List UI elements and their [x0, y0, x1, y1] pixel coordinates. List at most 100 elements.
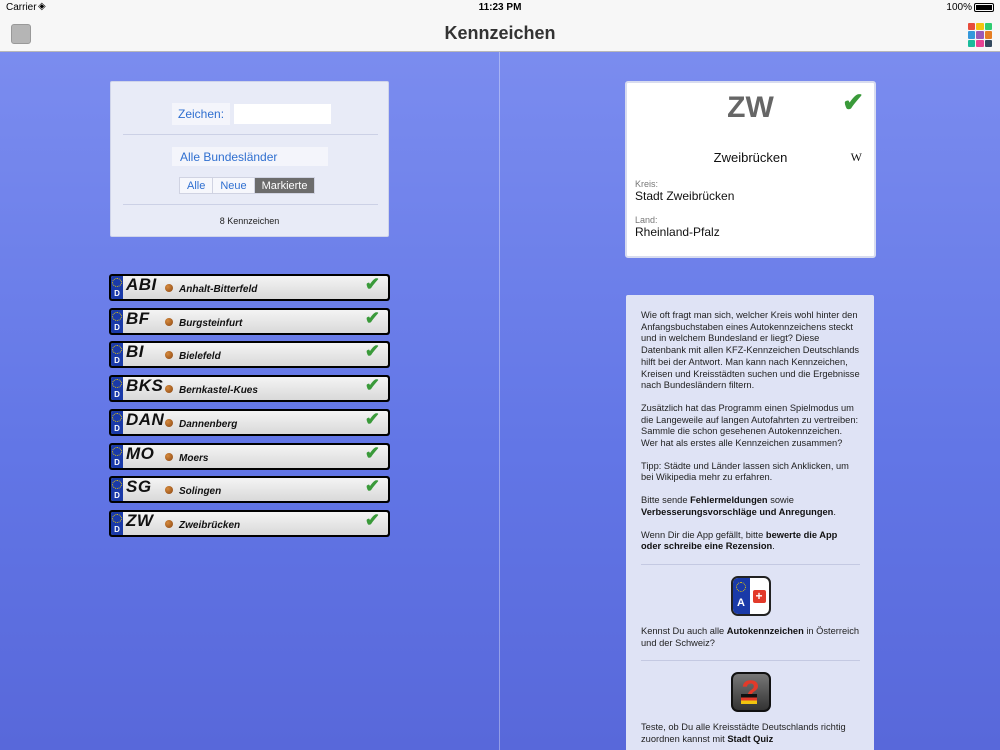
land-value[interactable]: Rheinland-Pfalz [635, 225, 720, 239]
plate-code: DAN [126, 410, 165, 429]
grid-cell [984, 31, 992, 39]
search-panel: Zeichen: Alle Bundesländer Alle Neue Mar… [110, 81, 389, 237]
plate-row[interactable]: D BF Burgsteinfurt ✔ [109, 307, 390, 335]
plate-row[interactable]: D ZW Zweibrücken ✔ [109, 509, 390, 537]
seal-icon [165, 284, 173, 292]
plate-code: BKS [126, 377, 164, 396]
seal-icon [165, 351, 173, 360]
plate-row[interactable]: D BKS Bernkastel-Kues ✔ [109, 375, 390, 403]
info-paragraph: Wie oft fragt man sich, welcher Kreis wo… [641, 310, 860, 391]
separator [123, 204, 378, 205]
separator [641, 563, 860, 565]
checkmark-icon[interactable]: ✔ [365, 310, 380, 329]
wikipedia-icon[interactable]: W [851, 150, 862, 165]
segment-alle[interactable]: Alle [180, 178, 214, 193]
state-filter-select[interactable]: Alle Bundesländer [172, 147, 328, 166]
kreis-label: Kreis: [635, 179, 659, 189]
separator [123, 134, 378, 135]
split-divider [499, 52, 500, 750]
checkmark-icon[interactable]: ✔ [365, 377, 380, 396]
icon-letter: A [737, 597, 745, 610]
feedback-text: Bitte sende [641, 495, 691, 506]
swiss-cross-icon: + [752, 589, 766, 603]
seal-icon [165, 486, 173, 495]
suggestions-link[interactable]: Verbesserungsvorschläge und Anregungen [641, 507, 833, 517]
country-code: D [114, 491, 120, 501]
autokennzeichen-app-icon[interactable]: A + [730, 575, 771, 616]
country-code: D [114, 390, 120, 400]
plate-district-name: Anhalt-Bitterfeld [179, 284, 258, 295]
grid-cell [968, 23, 976, 31]
eu-flag-icon: D [111, 276, 123, 299]
plate-code: MO [126, 444, 155, 463]
plate-row[interactable]: D BI Bielefeld ✔ [109, 341, 390, 369]
country-code: D [114, 524, 120, 534]
quiz-promo-paragraph: Teste, ob Du alle Kreisstädte Deutschlan… [641, 722, 860, 745]
rating-text: . [772, 541, 775, 552]
checkmark-icon[interactable]: ✔ [365, 512, 380, 531]
rating-paragraph: Wenn Dir die App gefällt, bitte bewerte … [641, 530, 860, 553]
eu-flag-icon: D [111, 309, 123, 333]
segment-markierte[interactable]: Markierte [254, 178, 315, 193]
rating-text: Wenn Dir die App gefällt, bitte [641, 529, 766, 540]
color-grid-icon[interactable] [968, 23, 992, 47]
search-input[interactable] [234, 104, 332, 124]
grid-cell [976, 31, 984, 39]
detail-card: ZW ✔ Zweibrücken W Kreis: Stadt Zweibrüc… [625, 81, 876, 258]
kreis-value[interactable]: Stadt Zweibrücken [635, 189, 734, 203]
grid-cell [984, 39, 992, 47]
country-code: D [114, 356, 120, 366]
info-panel: Wie oft fragt man sich, welcher Kreis wo… [626, 295, 874, 750]
grid-cell [976, 23, 984, 31]
checkmark-icon[interactable]: ✔ [365, 411, 380, 430]
checkmark-icon[interactable]: ✔ [842, 87, 864, 118]
status-time: 11:23 PM [478, 2, 522, 13]
battery-icon [974, 3, 994, 12]
plate-row[interactable]: D ABI Anhalt-Bitterfeld ✔ [109, 274, 390, 301]
bug-report-link[interactable]: Fehlermeldungen [690, 495, 768, 505]
eu-flag-icon: D [111, 343, 123, 367]
feedback-paragraph: Bitte sende Fehlermeldungen sowie Verbes… [641, 495, 860, 518]
plate-body: D DAN Dannenberg ✔ [111, 410, 388, 434]
checkmark-icon[interactable]: ✔ [365, 276, 380, 295]
grid-cell [968, 39, 976, 47]
plate-code: ABI [126, 276, 157, 294]
country-code: D [114, 457, 120, 467]
grid-cell [976, 39, 984, 47]
detail-code: ZW [727, 91, 774, 124]
promo-text: Kennst Du auch alle [641, 625, 727, 636]
plate-code: SG [126, 478, 152, 497]
plate-row[interactable]: D SG Solingen ✔ [109, 476, 390, 504]
search-label: Zeichen: [172, 103, 231, 125]
plate-district-name: Bernkastel-Kues [179, 385, 258, 397]
plate-district-name: Dannenberg [179, 418, 238, 430]
info-paragraph: Tipp: Städte und Länder lassen sich Ankl… [641, 460, 849, 483]
detail-city-link[interactable]: Zweibrücken [627, 150, 874, 165]
checkmark-icon[interactable]: ✔ [365, 343, 380, 362]
country-code: D [114, 423, 120, 433]
plate-district-name: Moers [179, 452, 209, 464]
eu-flag-icon: D [111, 444, 123, 468]
stadt-quiz-link[interactable]: Stadt Quiz [727, 734, 773, 744]
stadt-quiz-app-icon[interactable]: ? [730, 672, 771, 713]
plate-row[interactable]: D MO Moers ✔ [109, 442, 390, 470]
filter-segmented-control: Alle Neue Markierte [179, 177, 316, 194]
seal-icon [165, 452, 173, 461]
plate-code: BI [126, 343, 144, 362]
plate-row[interactable]: D DAN Dannenberg ✔ [109, 408, 390, 436]
checkmark-icon[interactable]: ✔ [365, 445, 380, 464]
checkmark-icon[interactable]: ✔ [365, 478, 380, 497]
info-paragraph: Zusätzlich hat das Programm einen Spielm… [641, 402, 859, 449]
battery-percent: 100% [946, 2, 972, 13]
country-code: D [114, 322, 120, 332]
plate-body: D BKS Bernkastel-Kues ✔ [111, 377, 388, 401]
country-code: D [114, 289, 120, 298]
eu-flag-icon: D [111, 511, 123, 535]
plate-body: D MO Moers ✔ [111, 444, 388, 468]
plate-body: D BF Burgsteinfurt ✔ [111, 309, 388, 333]
status-bar: Carrier ◈ 11:23 PM 100% [0, 0, 1000, 15]
segment-neue[interactable]: Neue [213, 178, 255, 193]
autokennzeichen-link[interactable]: Autokennzeichen [727, 626, 804, 636]
plate-district-name: Bielefeld [179, 351, 221, 363]
result-count: 8 Kennzeichen [219, 216, 280, 226]
